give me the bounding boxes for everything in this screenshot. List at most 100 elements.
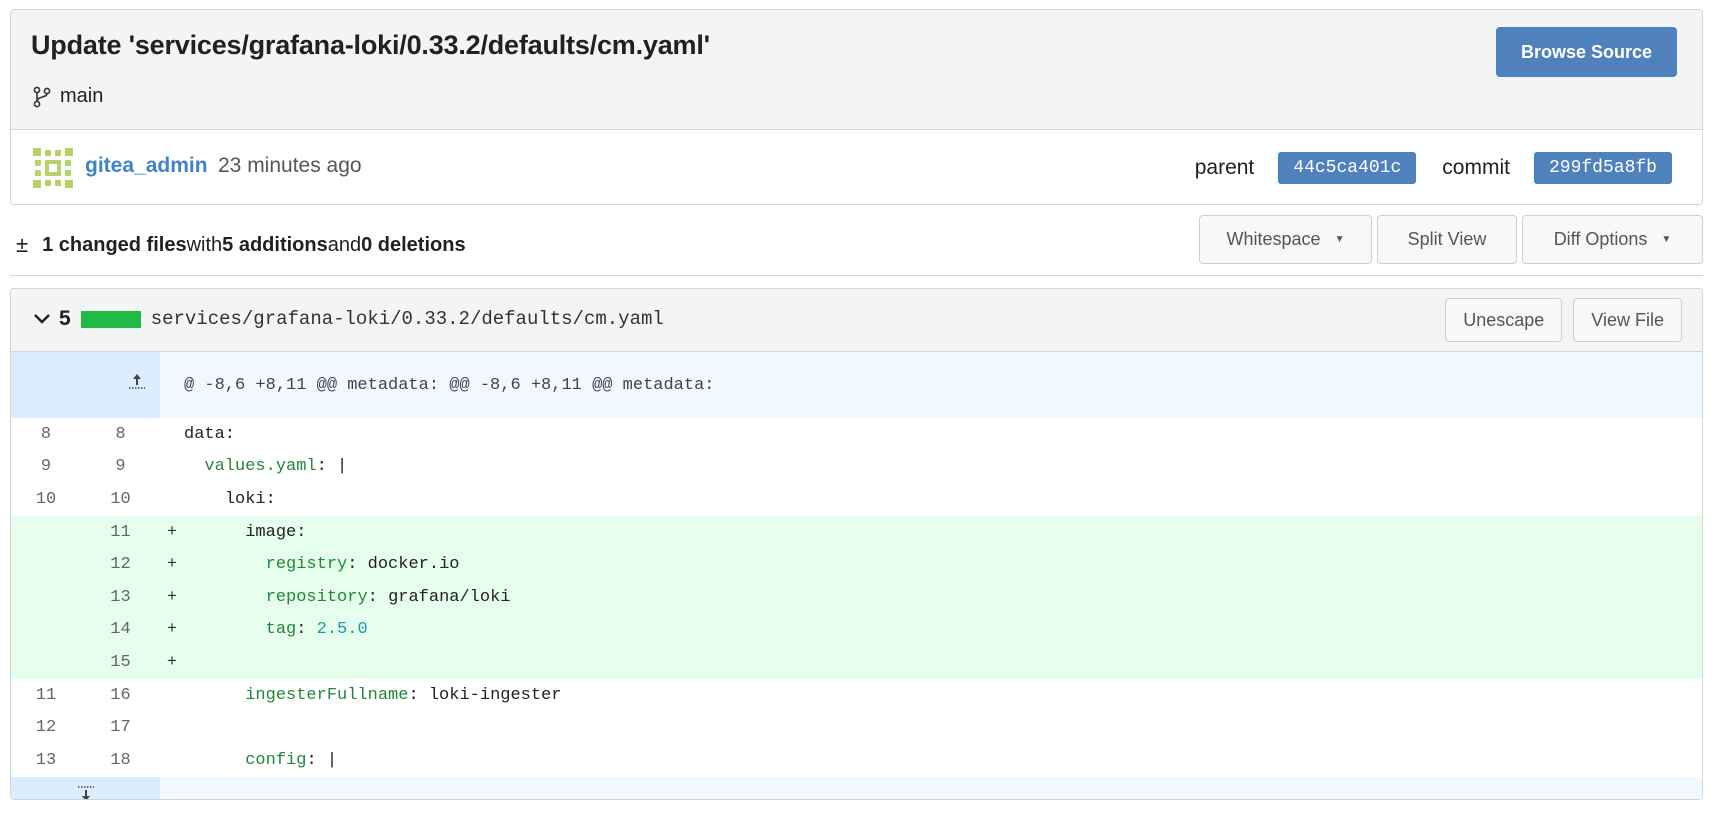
yaml-separator: :	[306, 750, 327, 770]
chevron-down-icon[interactable]	[33, 312, 51, 326]
diff-marker	[160, 483, 184, 516]
diff-line-added: 12 + registry: docker.io	[11, 548, 1702, 581]
old-line-number[interactable]: 12	[11, 711, 81, 744]
new-line-number[interactable]: 17	[81, 711, 160, 744]
file-header: 5 services/grafana-loki/0.33.2/defaults/…	[11, 289, 1702, 352]
new-line-number[interactable]: 14	[81, 613, 160, 647]
old-line-number[interactable]	[11, 548, 81, 581]
hunk-header-row: @ -8,6 +8,11 @@ metadata: @@ -8,6 +8,11 …	[11, 352, 1702, 418]
diff-table: @ -8,6 +8,11 @@ metadata: @@ -8,6 +8,11 …	[11, 352, 1702, 799]
yaml-key: tag	[265, 620, 297, 640]
expand-up-icon[interactable]	[11, 352, 160, 418]
old-line-number[interactable]	[11, 515, 81, 549]
branch-indicator[interactable]: main	[33, 85, 103, 108]
diff-marker	[160, 711, 184, 744]
new-line-number[interactable]: 13	[81, 580, 160, 614]
new-line-number[interactable]: 12	[81, 548, 160, 581]
yaml-number: 2.5.0	[316, 620, 368, 640]
code-text: image:	[245, 522, 307, 542]
new-line-number[interactable]: 11	[81, 515, 160, 549]
new-line-number[interactable]: 18	[81, 744, 160, 777]
file-actions: Unescape View File	[1434, 298, 1682, 342]
diff-line-added: 14 + tag: 2.5.0	[11, 613, 1702, 647]
diff-marker	[160, 451, 184, 484]
old-line-number[interactable]: 8	[11, 418, 81, 451]
commit-sha-link[interactable]: 299fd5a8fb	[1533, 152, 1672, 184]
code-text: loki:	[224, 489, 276, 509]
code-line: ingesterFullname: loki-ingester	[184, 679, 1702, 712]
new-line-number[interactable]: 10	[81, 483, 160, 516]
code-line: loki:	[184, 483, 1702, 516]
branch-icon	[33, 86, 51, 107]
commit-title-bar: Update 'services/grafana-loki/0.33.2/def…	[11, 10, 1702, 130]
code-line: repository: grafana/loki	[184, 580, 1702, 614]
diff-line-context: 11 16 ingesterFullname: loki-ingester	[11, 679, 1702, 712]
diff-line-added: 11 + image:	[11, 515, 1702, 549]
new-line-number[interactable]: 15	[81, 646, 160, 679]
diff-stats: ± 1 changed files with 5 additions and 0…	[16, 232, 466, 258]
new-line-number[interactable]: 16	[81, 679, 160, 712]
yaml-key: ingesterFullname	[245, 685, 409, 705]
diff-options-dropdown[interactable]: Diff Options ▼	[1522, 215, 1703, 264]
new-line-number[interactable]: 9	[81, 451, 160, 484]
author-link[interactable]: gitea_admin	[85, 154, 208, 178]
caret-down-icon: ▼	[1334, 234, 1345, 245]
view-file-button[interactable]: View File	[1573, 298, 1682, 342]
diff-line-context: 10 10 loki:	[11, 483, 1702, 516]
commit-title: Update 'services/grafana-loki/0.33.2/def…	[31, 30, 710, 60]
new-line-number[interactable]: 8	[81, 418, 160, 451]
diff-marker	[160, 679, 184, 712]
diff-marker: +	[160, 515, 184, 549]
yaml-separator: :	[367, 587, 389, 607]
diff-line-context: 13 18 config: |	[11, 744, 1702, 777]
diff-options-label: Diff Options	[1553, 229, 1648, 249]
old-line-number[interactable]: 10	[11, 483, 81, 516]
code-line: data:	[184, 418, 1702, 451]
browse-source-button[interactable]: Browse Source	[1496, 27, 1677, 77]
code-text: data:	[184, 424, 236, 444]
diff-line-added: 15 +	[11, 646, 1702, 679]
parent-sha-link[interactable]: 44c5ca401c	[1278, 152, 1417, 184]
diff-line-context: 12 17	[11, 711, 1702, 744]
stats-and: and	[327, 233, 362, 256]
parent-label: parent	[1194, 156, 1255, 179]
whitespace-dropdown[interactable]: Whitespace ▼	[1199, 215, 1372, 264]
whitespace-label: Whitespace	[1226, 229, 1321, 249]
code-line: tag: 2.5.0	[184, 613, 1702, 647]
hunk-header: @ -8,6 +8,11 @@ metadata: @@ -8,6 +8,11 …	[160, 352, 1702, 418]
diff-line-context: 99 values.yaml: |	[11, 451, 1702, 484]
old-line-number[interactable]: 11	[11, 679, 81, 712]
expand-down-icon[interactable]	[11, 776, 160, 799]
code-text: grafana/loki	[388, 587, 511, 607]
old-line-number[interactable]: 13	[11, 744, 81, 777]
changed-files-count: 1 changed files	[42, 233, 187, 256]
old-line-number[interactable]	[11, 613, 81, 647]
commit-label: commit	[1442, 156, 1510, 179]
old-line-number[interactable]	[11, 646, 81, 679]
diff-stat-bar	[80, 310, 141, 328]
diff-marker: +	[160, 580, 184, 614]
code-line: image:	[184, 515, 1702, 549]
commit-meta: gitea_admin 23 minutes ago parent 44c5ca…	[11, 130, 1702, 204]
avatar[interactable]	[31, 146, 75, 190]
file-change-count: 5	[59, 307, 71, 330]
code-text: |	[326, 750, 338, 770]
hunk-footer	[160, 776, 1702, 799]
yaml-key: values.yaml	[204, 457, 317, 477]
old-line-number[interactable]	[11, 580, 81, 614]
old-line-number[interactable]: 9	[11, 451, 81, 484]
file-path: services/grafana-loki/0.33.2/defaults/cm…	[150, 308, 664, 330]
code-text: docker.io	[367, 555, 460, 575]
split-view-button[interactable]: Split View	[1377, 215, 1517, 264]
code-line	[184, 711, 1702, 744]
unescape-button[interactable]: Unescape	[1445, 298, 1563, 342]
code-line: config: |	[184, 744, 1702, 777]
